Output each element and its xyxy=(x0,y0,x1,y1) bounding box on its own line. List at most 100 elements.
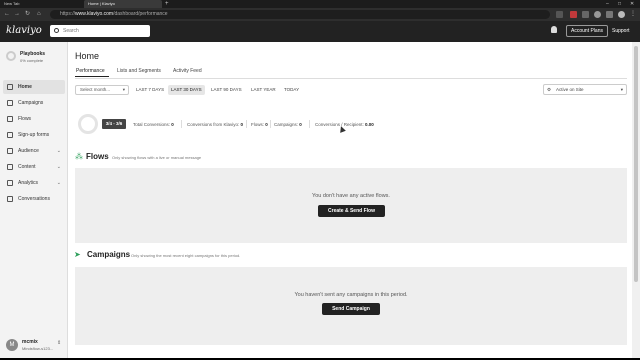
home-icon xyxy=(7,84,13,90)
range-last-7-days[interactable]: LAST 7 DAYS xyxy=(133,85,167,95)
user-account: Mindsflow-s123... xyxy=(22,346,54,351)
maximize-icon[interactable]: □ xyxy=(618,0,621,8)
profile-icon[interactable] xyxy=(618,11,625,18)
range-today[interactable]: TODAY xyxy=(281,85,302,95)
sidebar-item-label: Audience xyxy=(18,148,39,154)
browser-tab-bar: New Tab Home | Klaviyo + – □ ✕ xyxy=(0,0,640,8)
reload-icon[interactable]: ↻ xyxy=(25,10,30,19)
campaigns-empty-message: You haven't sent any campaigns in this p… xyxy=(294,292,408,298)
flows-section-title: Flows xyxy=(86,152,109,161)
campaigns-send-icon: ➤ xyxy=(74,250,81,259)
tab-lists-and-segments[interactable]: Lists and Segments xyxy=(117,68,161,74)
tab-performance[interactable]: Performance xyxy=(76,68,105,74)
klaviyo-logo[interactable]: klaviyo xyxy=(6,25,42,36)
sidebar-item-signup-forms[interactable]: Sign-up forms xyxy=(3,128,65,142)
conversations-icon xyxy=(7,196,13,202)
sidebar-item-campaigns[interactable]: Campaigns xyxy=(3,96,65,110)
avatar[interactable]: M xyxy=(6,339,18,351)
stat-label: Conversions from Klaviyo: xyxy=(187,122,240,127)
tab-divider xyxy=(75,78,627,79)
stat-divider xyxy=(270,120,271,128)
browser-tab-new-tab[interactable]: New Tab xyxy=(0,0,82,8)
metric-select-value: Active on Site xyxy=(556,87,584,92)
sidebar-item-label: Campaigns xyxy=(18,100,44,106)
search-input[interactable]: Search xyxy=(50,25,150,37)
active-tab-indicator xyxy=(75,76,109,77)
stat-label: Flows: xyxy=(251,122,265,127)
playbooks-progress: 0% complete xyxy=(20,58,44,63)
chevron-down-icon: ▾ xyxy=(620,87,623,92)
sidebar-item-home[interactable]: Home xyxy=(3,80,65,94)
extension-icon[interactable] xyxy=(570,11,577,18)
bell-icon[interactable] xyxy=(551,26,557,33)
close-icon[interactable]: ✕ xyxy=(630,0,634,8)
chevron-down-icon: ⌄ xyxy=(56,148,61,154)
audience-icon xyxy=(7,148,13,154)
stat-value: 0 xyxy=(240,122,244,127)
create-send-flow-button[interactable]: Create & Send Flow xyxy=(318,205,385,217)
stat-value: 0 xyxy=(265,122,268,127)
search-icon xyxy=(54,28,59,33)
forward-icon[interactable]: → xyxy=(14,10,20,19)
account-plans-button[interactable]: Account Plans xyxy=(566,25,608,37)
tab-activity-feed[interactable]: Activity Feed xyxy=(173,68,202,74)
metric-select[interactable]: ⚙ Active on Site ▾ xyxy=(543,84,627,95)
sidebar-item-flows[interactable]: Flows xyxy=(3,112,65,126)
sidebar-item-content[interactable]: Content ⌄ xyxy=(3,160,65,174)
forms-icon xyxy=(7,132,13,138)
main-content: Home Performance Lists and Segments Acti… xyxy=(68,42,632,358)
date-range-badge: 3/4 - 3/6 xyxy=(102,119,126,129)
flows-icon xyxy=(7,116,13,122)
extension-icon[interactable] xyxy=(582,11,589,18)
url-field[interactable]: https://www.klaviyo.com/dashboard/perfor… xyxy=(50,10,550,19)
extension-icon[interactable] xyxy=(556,11,563,18)
chevron-updown-icon[interactable]: ⇕ xyxy=(57,340,61,346)
stat-divider xyxy=(246,120,247,128)
flows-section-note: Only showing flows with a live or manual… xyxy=(112,155,202,160)
metric-icon: ⚙ xyxy=(547,87,552,92)
playbooks-title[interactable]: Playbooks xyxy=(20,51,45,57)
support-link[interactable]: Support xyxy=(612,25,630,37)
range-last-30-days[interactable]: LAST 30 DAYS xyxy=(168,85,205,95)
sidebar-item-conversations[interactable]: Conversations xyxy=(3,192,65,206)
month-select-value: Select month... xyxy=(80,87,111,92)
stat-flows: Flows: 0 xyxy=(251,122,268,127)
sidebar-item-label: Flows xyxy=(18,116,32,122)
url-prefix: https:// xyxy=(60,11,76,17)
dark-mode-icon[interactable] xyxy=(594,11,601,18)
home-nav-icon[interactable]: ⌂ xyxy=(37,10,41,19)
sidebar-item-label: Conversations xyxy=(18,196,50,202)
back-icon[interactable]: ← xyxy=(4,10,10,19)
url-path: /dashboard/performance xyxy=(113,11,168,17)
browser-tab-klaviyo[interactable]: Home | Klaviyo xyxy=(84,0,162,8)
content-icon xyxy=(7,164,13,170)
month-select[interactable]: Select month... ▾ xyxy=(75,85,129,95)
campaigns-icon xyxy=(7,100,13,106)
conversion-donut-icon xyxy=(78,114,98,134)
stat-divider xyxy=(309,120,310,128)
send-campaign-button[interactable]: Send Campaign xyxy=(322,303,380,315)
page-title: Home xyxy=(75,51,100,61)
sidebar-item-audience[interactable]: Audience ⌄ xyxy=(3,144,65,158)
app-header: klaviyo Search Account Plans Support xyxy=(0,21,640,42)
new-tab-button[interactable]: + xyxy=(165,0,169,8)
stat-label: Campaigns: xyxy=(274,122,299,127)
stat-divider xyxy=(181,120,182,128)
sidebar-item-analytics[interactable]: Analytics ⌄ xyxy=(3,176,65,190)
sidebar-item-label: Home xyxy=(18,84,32,90)
stat-label: Total Conversions: xyxy=(133,122,171,127)
minimize-icon[interactable]: – xyxy=(606,0,609,8)
menu-icon[interactable]: ⋮ xyxy=(630,10,636,19)
flows-empty-panel: You don't have any active flows. Create … xyxy=(75,168,627,243)
stat-value: 0.00 xyxy=(365,122,374,127)
stat-value: 0 xyxy=(299,122,302,127)
chevron-down-icon: ▾ xyxy=(122,87,125,92)
browser-address-bar: ← → ↻ ⌂ https://www.klaviyo.com/dashboar… xyxy=(0,8,640,21)
page-scrollbar-thumb[interactable] xyxy=(634,46,638,282)
range-last-90-days[interactable]: LAST 90 DAYS xyxy=(208,85,245,95)
extension-icon[interactable] xyxy=(606,11,613,18)
sidebar: Playbooks 0% complete Home Campaigns Flo… xyxy=(0,42,68,358)
range-last-year[interactable]: LAST YEAR xyxy=(248,85,279,95)
user-name[interactable]: mcmix xyxy=(22,339,38,345)
campaigns-section-title: Campaigns xyxy=(87,250,131,259)
